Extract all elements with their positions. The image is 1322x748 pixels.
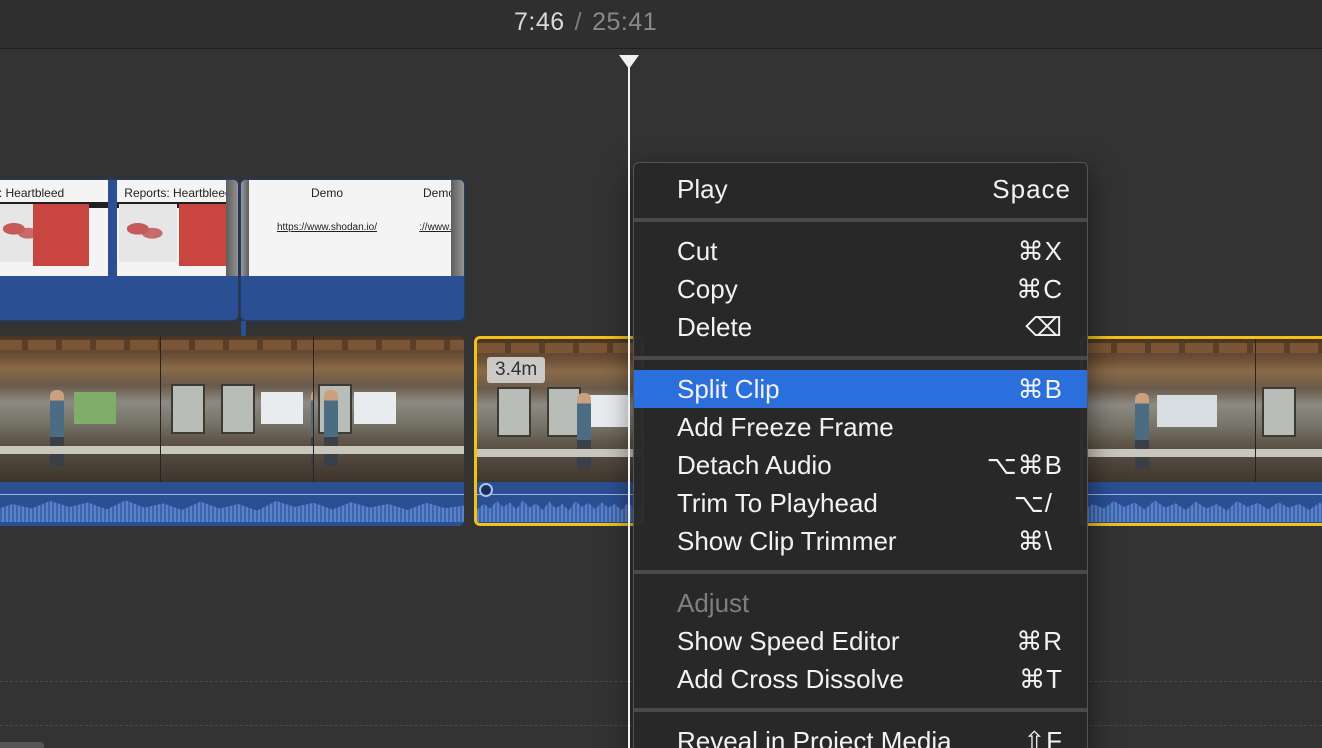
menu-item-trim-to-playhead[interactable]: Trim To Playhead ⌥/ xyxy=(634,484,1087,522)
slide-red-panel xyxy=(33,204,89,266)
menu-item-shortcut: ⌘X xyxy=(1017,236,1063,266)
menu-section-adjust: Adjust xyxy=(634,584,1087,622)
video-frame-thumbnail xyxy=(1083,339,1256,485)
title-slide-thumbnail: Reports: Heartbleed xyxy=(117,180,238,276)
menu-item-label: Show Speed Editor xyxy=(677,626,900,656)
video-frame-thumbnail xyxy=(0,336,161,482)
menu-item-show-speed-editor[interactable]: Show Speed Editor ⌘R xyxy=(634,622,1087,660)
clip-context-menu: Play Space Cut ⌘X Copy ⌘C Delete ⌫ Split… xyxy=(633,162,1088,748)
menu-item-label: Add Freeze Frame xyxy=(677,412,894,442)
transition-tab-icon[interactable] xyxy=(451,180,464,276)
menu-item-label: Split Clip xyxy=(677,374,780,404)
slide-title: Reports: Heartbleed xyxy=(0,186,65,200)
clip-duration-badge: 3.4m xyxy=(487,357,546,383)
title-clip-reports-heartbleed[interactable]: Reports: Heartbleed Reports: Heartbleed xyxy=(0,179,239,321)
transition-tab-icon[interactable] xyxy=(241,180,249,276)
menu-item-shortcut: ⌘B xyxy=(1017,374,1063,404)
menu-item-cut[interactable]: Cut ⌘X xyxy=(634,232,1087,270)
menu-item-shortcut: ⌘\ xyxy=(1017,526,1053,556)
title-slide-thumbnail: Reports: Heartbleed xyxy=(0,180,108,276)
menu-section-label: Adjust xyxy=(677,588,750,618)
menu-item-copy[interactable]: Copy ⌘C xyxy=(634,270,1087,308)
slide-title: Demo xyxy=(422,186,455,200)
world-map-image xyxy=(119,204,177,262)
menu-separator xyxy=(634,708,1087,712)
menu-item-label: Copy xyxy=(677,274,738,304)
menu-item-shortcut: ⌘C xyxy=(1016,274,1063,304)
menu-item-delete[interactable]: Delete ⌫ xyxy=(634,308,1087,346)
slide-title: Reports: Heartbleed xyxy=(124,186,232,200)
menu-item-shortcut: ⌘T xyxy=(1019,664,1063,694)
audio-waveform[interactable] xyxy=(0,482,464,526)
video-frame-thumbnail xyxy=(1256,339,1322,485)
delete-key-icon: ⌫ xyxy=(1025,312,1063,342)
volume-keyframe-handle[interactable] xyxy=(479,483,493,497)
current-time: 7:46 xyxy=(514,8,565,36)
menu-item-label: Add Cross Dissolve xyxy=(677,664,904,694)
transition-tab-icon[interactable] xyxy=(226,180,238,276)
horizontal-scrollbar[interactable] xyxy=(0,742,44,748)
menu-item-add-cross-dissolve[interactable]: Add Cross Dissolve ⌘T xyxy=(634,660,1087,698)
video-clip[interactable] xyxy=(0,336,464,526)
menu-item-shortcut: ⌥⌘B xyxy=(986,450,1063,480)
menu-item-label: Reveal in Project Media xyxy=(677,726,952,748)
menu-item-show-clip-trimmer[interactable]: Show Clip Trimmer ⌘\ xyxy=(634,522,1087,560)
timecode-display: 7:46 / 25:41 xyxy=(514,8,657,37)
menu-item-shortcut: ⇧F xyxy=(1023,726,1063,748)
menu-separator xyxy=(634,356,1087,360)
menu-item-label: Show Clip Trimmer xyxy=(677,526,897,556)
menu-item-label: Play xyxy=(677,174,728,204)
imovie-timeline-window: 7:46 / 25:41 Reports: Heartbleed Reports: … xyxy=(0,0,1322,748)
video-frame-thumbnail xyxy=(161,336,314,482)
title-slide-thumbnail: Demo https://www.shodan.io/ Demo ://www.… xyxy=(241,180,464,276)
total-duration: 25:41 xyxy=(592,8,658,36)
playhead-line[interactable] xyxy=(628,64,630,748)
audio-waveform[interactable] xyxy=(1083,482,1322,523)
slide-link: ://www.shoda xyxy=(419,222,464,233)
audio-waveform[interactable] xyxy=(477,482,641,523)
video-frame-thumbnail xyxy=(314,336,464,482)
video-clip-selected[interactable] xyxy=(1080,336,1322,526)
menu-item-label: Trim To Playhead xyxy=(677,488,878,518)
video-clip-selected[interactable]: 3.4m xyxy=(474,336,644,526)
menu-item-shortcut: ⌥/ xyxy=(1013,488,1053,518)
menu-item-add-freeze-frame[interactable]: Add Freeze Frame xyxy=(634,408,1087,446)
menu-item-shortcut: ⌘R xyxy=(1016,626,1063,656)
menu-item-label: Delete xyxy=(677,312,753,342)
menu-item-label: Cut xyxy=(677,236,718,266)
menu-item-detach-audio[interactable]: Detach Audio ⌥⌘B xyxy=(634,446,1087,484)
menu-separator xyxy=(634,570,1087,574)
menu-item-label: Detach Audio xyxy=(677,450,832,480)
menu-item-shortcut: Space xyxy=(992,174,1071,204)
menu-item-reveal-in-project-media[interactable]: Reveal in Project Media ⇧F xyxy=(634,722,1087,748)
time-bar: 7:46 / 25:41 xyxy=(0,0,1322,49)
menu-separator xyxy=(634,218,1087,222)
menu-item-split-clip[interactable]: Split Clip ⌘B xyxy=(634,370,1087,408)
time-separator: / xyxy=(574,8,583,36)
title-clip-demo[interactable]: Demo https://www.shodan.io/ Demo ://www.… xyxy=(240,179,465,321)
menu-item-play[interactable]: Play Space xyxy=(634,170,1087,208)
